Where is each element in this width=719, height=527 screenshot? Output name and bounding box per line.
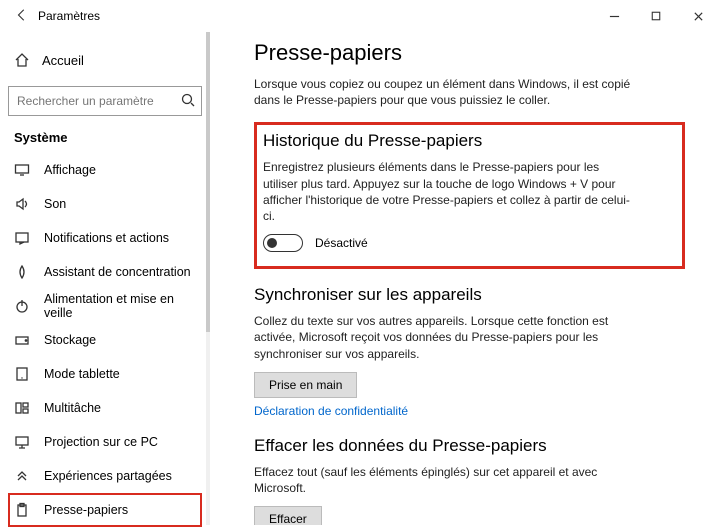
sidebar-item-projection[interactable]: Projection sur ce PC — [8, 425, 202, 459]
sidebar-item-label: Alimentation et mise en veille — [44, 292, 202, 320]
sidebar-item-label: Stockage — [44, 333, 96, 347]
sidebar-item-label: Notifications et actions — [44, 231, 169, 245]
search-input[interactable] — [8, 86, 202, 116]
sidebar-item-label: Expériences partagées — [44, 469, 172, 483]
window-title: Paramètres — [38, 9, 100, 23]
sidebar-item-notifications[interactable]: Notifications et actions — [8, 221, 202, 255]
sync-section: Synchroniser sur les appareils Collez du… — [254, 285, 685, 418]
sidebar-home[interactable]: Accueil — [8, 44, 202, 76]
minimize-button[interactable] — [593, 0, 635, 32]
sync-desc: Collez du texte sur vos autres appareils… — [254, 313, 624, 362]
sidebar-item-shared[interactable]: Expériences partagées — [8, 459, 202, 493]
page-title: Presse-papiers — [254, 40, 685, 66]
sidebar-item-label: Assistant de concentration — [44, 265, 191, 279]
sidebar-item-label: Mode tablette — [44, 367, 120, 381]
page-intro: Lorsque vous copiez ou coupez un élément… — [254, 76, 654, 108]
sidebar-item-storage[interactable]: Stockage — [8, 323, 202, 357]
close-button[interactable] — [677, 0, 719, 32]
sidebar-item-power[interactable]: Alimentation et mise en veille — [8, 289, 202, 323]
history-section-highlight: Historique du Presse-papiers Enregistrez… — [254, 122, 685, 269]
back-button[interactable] — [8, 8, 36, 25]
clear-button[interactable]: Effacer — [254, 506, 322, 525]
history-toggle[interactable] — [263, 234, 303, 252]
sidebar-scrollbar[interactable] — [206, 32, 210, 525]
scrollbar-thumb[interactable] — [206, 32, 210, 332]
sync-get-started-button[interactable]: Prise en main — [254, 372, 357, 398]
window-controls — [593, 0, 719, 32]
sidebar-item-display[interactable]: Affichage — [8, 153, 202, 187]
sidebar-item-label: Son — [44, 197, 66, 211]
clear-desc: Effacez tout (sauf les éléments épinglés… — [254, 464, 624, 496]
sidebar-item-label: Presse-papiers — [44, 503, 128, 517]
history-desc: Enregistrez plusieurs éléments dans le P… — [263, 159, 633, 224]
sync-title: Synchroniser sur les appareils — [254, 285, 685, 305]
maximize-button[interactable] — [635, 0, 677, 32]
search-wrap — [8, 86, 202, 116]
privacy-link[interactable]: Déclaration de confidentialité — [254, 404, 408, 418]
sidebar-item-tablet[interactable]: Mode tablette — [8, 357, 202, 391]
sidebar-item-label: Affichage — [44, 163, 96, 177]
search-icon[interactable] — [180, 92, 196, 108]
sidebar-item-sound[interactable]: Son — [8, 187, 202, 221]
sidebar-item-clipboard[interactable]: Presse-papiers — [8, 493, 202, 527]
sidebar-category: Système — [14, 130, 202, 145]
sidebar: Accueil Système Affichage Son Notificati… — [0, 32, 210, 525]
main-content: Presse-papiers Lorsque vous copiez ou co… — [210, 32, 719, 525]
sidebar-item-label: Multitâche — [44, 401, 101, 415]
titlebar: Paramètres — [0, 0, 719, 32]
clear-section: Effacer les données du Presse-papiers Ef… — [254, 436, 685, 525]
sidebar-item-focus[interactable]: Assistant de concentration — [8, 255, 202, 289]
sidebar-item-label: Projection sur ce PC — [44, 435, 158, 449]
sidebar-home-label: Accueil — [42, 53, 84, 68]
sidebar-item-multitask[interactable]: Multitâche — [8, 391, 202, 425]
history-title: Historique du Presse-papiers — [263, 131, 668, 151]
history-toggle-label: Désactivé — [315, 236, 368, 250]
nav-list: Affichage Son Notifications et actions A… — [8, 153, 202, 527]
toggle-knob — [267, 238, 277, 248]
clear-title: Effacer les données du Presse-papiers — [254, 436, 685, 456]
